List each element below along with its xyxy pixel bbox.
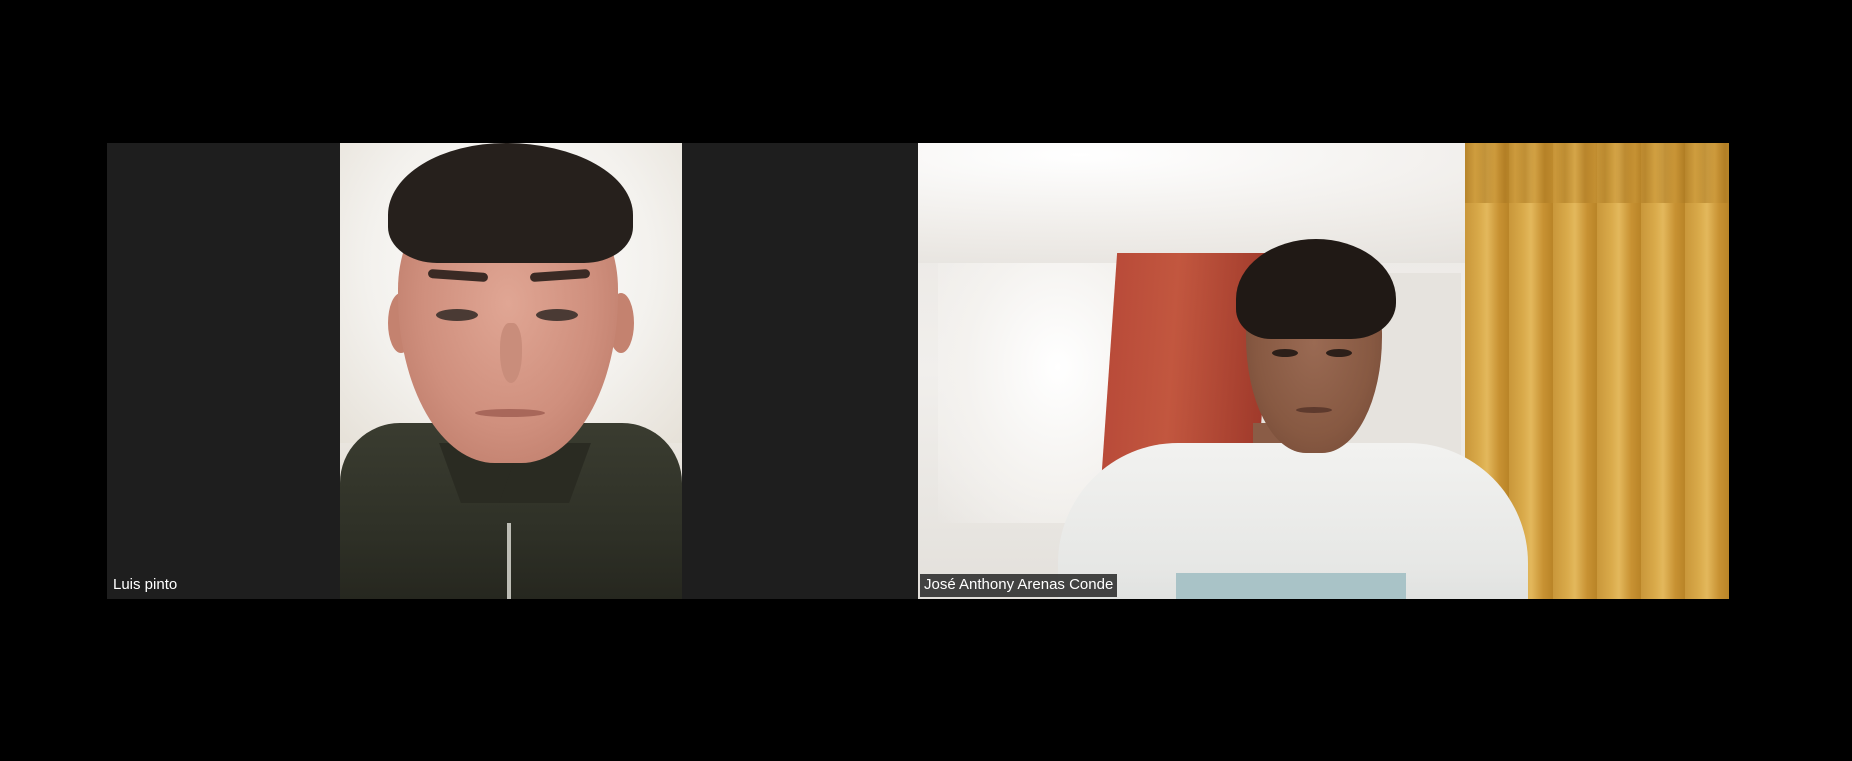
participant-tile-jose-anthony-arenas-conde[interactable]: José Anthony Arenas Conde <box>918 143 1729 599</box>
video-nose <box>500 323 522 383</box>
video-eye-right <box>536 309 578 321</box>
meeting-gallery-view: Luis pinto José Anthony Arenas Conde <box>0 0 1852 761</box>
participant-video <box>340 143 682 599</box>
video-shirt-print <box>1176 573 1406 599</box>
video-eye-right <box>1326 349 1352 357</box>
participant-name-label: José Anthony Arenas Conde <box>920 574 1118 597</box>
video-zipper <box>507 523 511 599</box>
video-eye-left <box>1272 349 1298 357</box>
video-curtain-top <box>1465 143 1729 203</box>
participant-video <box>918 143 1729 599</box>
video-mouth <box>475 409 545 417</box>
video-mouth <box>1296 407 1332 413</box>
participant-name-label: Luis pinto <box>113 576 178 593</box>
participant-tile-luis-pinto[interactable]: Luis pinto <box>107 143 918 599</box>
video-eye-left <box>436 309 478 321</box>
